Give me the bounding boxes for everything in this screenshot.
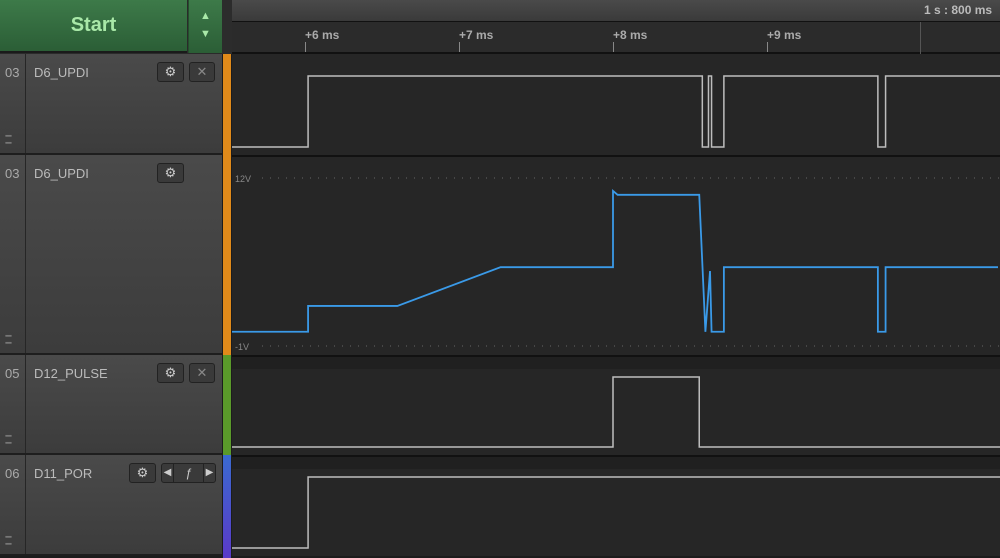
close-button[interactable]: ✕ — [189, 363, 215, 383]
close-icon: ✕ — [196, 64, 208, 79]
row-separator — [232, 455, 1000, 457]
channel-track — [232, 457, 1000, 556]
voltage-label: 12V — [235, 174, 251, 184]
channel-name[interactable]: D6_UPDI — [34, 166, 89, 181]
time-marker — [920, 22, 921, 54]
edge-navigation[interactable]: ◀ ƒ ▶ — [161, 463, 216, 483]
ruler-tick — [459, 42, 460, 52]
prev-edge-button[interactable]: ◀ — [162, 464, 174, 482]
channel-number: 03 — [0, 155, 26, 353]
drag-handle-icon[interactable]: ▪▪▪▪ ▪▪▪▪ — [5, 433, 12, 447]
ruler-tick — [613, 42, 614, 52]
close-icon: ✕ — [196, 365, 208, 380]
channel-number: 06 — [0, 455, 26, 554]
ruler-tick — [767, 42, 768, 52]
row-separator — [232, 155, 1000, 157]
channel-row[interactable]: 05 D12_PULSE ▪▪▪▪ ▪▪▪▪ ⚙ ✕ — [0, 355, 222, 455]
channel-row[interactable]: 06 D11_POR ▪▪▪▪ ▪▪▪▪ ⚙ ◀ ƒ ▶ — [0, 455, 222, 556]
ruler-tick-label: +8 ms — [613, 28, 648, 42]
start-options-button[interactable]: ▲ ▼ — [188, 0, 222, 53]
channel-number: 03 — [0, 54, 26, 153]
settings-button[interactable]: ⚙ — [157, 163, 184, 183]
ruler-tick-label: +7 ms — [459, 28, 494, 42]
arrow-up-icon: ▲ — [200, 10, 211, 22]
channel-name[interactable]: D12_PULSE — [34, 366, 108, 381]
close-button[interactable]: ✕ — [189, 62, 215, 82]
channel-track — [232, 357, 1000, 455]
splitter-handle[interactable] — [222, 0, 232, 54]
channel-track — [232, 54, 1000, 155]
rising-edge-icon[interactable]: ƒ — [174, 464, 203, 482]
channel-color-strip — [223, 54, 231, 157]
channel-color-strip — [223, 455, 231, 558]
channel-row[interactable]: 03 D6_UPDI ▪▪▪▪ ▪▪▪▪ ⚙ ✕ — [0, 54, 222, 155]
time-overview-bar[interactable]: 1 s : 800 ms — [232, 0, 1000, 22]
time-scale-label: 1 s : 800 ms — [924, 3, 993, 17]
time-ruler[interactable]: +6 ms +7 ms +8 ms +9 ms — [232, 22, 1000, 54]
gear-icon: ⚙ — [164, 365, 177, 380]
arrow-down-icon: ▼ — [200, 28, 211, 40]
ruler-tick — [305, 42, 306, 52]
drag-handle-icon[interactable]: ▪▪▪▪ ▪▪▪▪ — [5, 534, 12, 548]
drag-handle-icon[interactable]: ▪▪▪▪ ▪▪▪▪ — [5, 333, 12, 347]
gear-icon: ⚙ — [164, 64, 177, 79]
channel-number: 05 — [0, 355, 26, 453]
settings-button[interactable]: ⚙ — [157, 62, 184, 82]
channel-color-strip — [223, 355, 231, 457]
channel-name[interactable]: D6_UPDI — [34, 65, 89, 80]
ruler-tick-label: +9 ms — [767, 28, 802, 42]
gear-icon: ⚙ — [136, 465, 149, 480]
channel-color-strip — [223, 155, 231, 357]
waveform-area[interactable]: 12V -1V — [232, 54, 1000, 556]
ruler-tick-label: +6 ms — [305, 28, 340, 42]
voltage-label: -1V — [235, 342, 249, 352]
channel-name[interactable]: D11_POR — [34, 466, 92, 481]
gear-icon: ⚙ — [164, 165, 177, 180]
start-button[interactable]: Start — [0, 0, 187, 53]
row-separator — [232, 355, 1000, 357]
next-edge-button[interactable]: ▶ — [203, 464, 215, 482]
settings-button[interactable]: ⚙ — [157, 363, 184, 383]
channel-row[interactable]: 03 D6_UPDI ▪▪▪▪ ▪▪▪▪ ⚙ — [0, 155, 222, 355]
drag-handle-icon[interactable]: ▪▪▪▪ ▪▪▪▪ — [5, 133, 12, 147]
settings-button[interactable]: ⚙ — [129, 463, 156, 483]
